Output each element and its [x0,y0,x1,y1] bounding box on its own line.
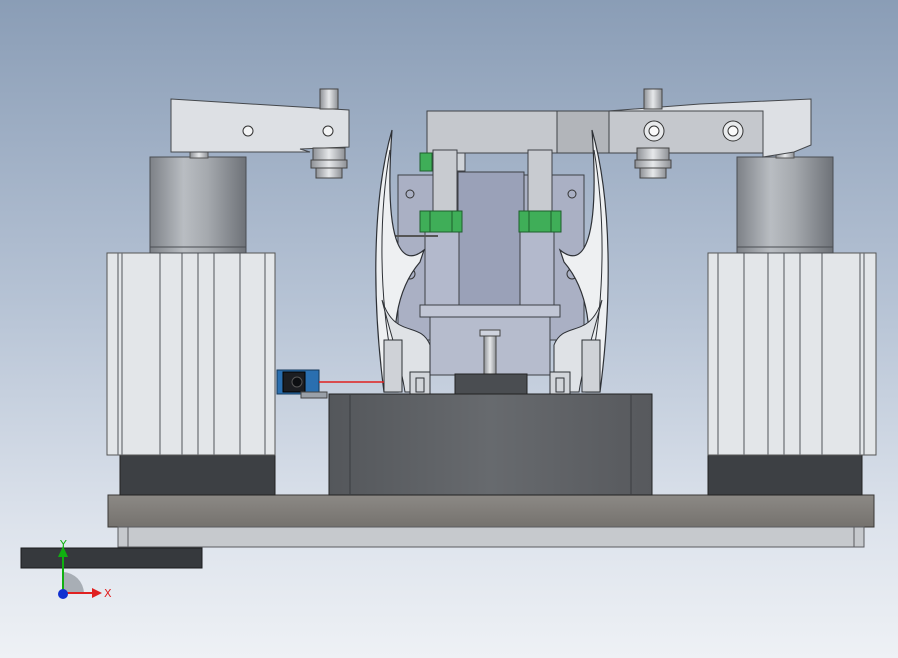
coordinate-triad[interactable]: Y X [58,538,112,600]
reference-plate [20,547,203,569]
right-clamp-cylinder[interactable] [707,147,877,496]
y-axis-label: Y [59,538,67,551]
assembly-model[interactable]: Y X [0,0,898,658]
cad-3d-viewport[interactable]: Y X [0,0,898,658]
x-axis-label: X [104,587,112,600]
base-plate[interactable] [107,494,875,548]
motor-housing[interactable] [328,373,653,496]
left-clamp-cylinder[interactable] [106,147,276,496]
z-axis-dot [58,589,68,599]
